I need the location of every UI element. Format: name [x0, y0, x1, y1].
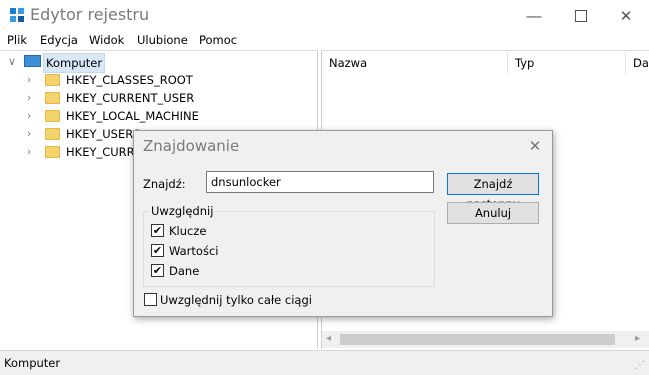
scroll-left-icon[interactable]: ◂ — [326, 333, 331, 344]
column-header-type[interactable]: Typ — [508, 52, 626, 74]
checkbox-checked-icon[interactable]: ✔ — [151, 264, 164, 277]
menu-favorites[interactable]: Ulubione — [137, 33, 188, 47]
tree-item-label: Komputer — [43, 53, 106, 73]
tree-item-label: HKEY_CLASSES_ROOT — [66, 73, 193, 87]
checkbox-label: Dane — [169, 264, 200, 278]
chevron-right-icon[interactable]: › — [27, 125, 31, 143]
maximize-button[interactable] — [558, 0, 604, 31]
close-icon: ✕ — [619, 6, 633, 25]
chevron-right-icon[interactable]: › — [27, 71, 31, 89]
chevron-down-icon[interactable]: ∨ — [8, 53, 16, 71]
menu-view[interactable]: Widok — [89, 33, 124, 47]
tree-item-hkcr[interactable]: › HKEY_CLASSES_ROOT — [0, 71, 260, 89]
tree-item-label: HKEY_CURRENT_USER — [66, 91, 195, 105]
menu-help[interactable]: Pomoc — [199, 33, 237, 47]
folder-icon — [45, 74, 60, 86]
tree-item-label: HKEY_LOCAL_MACHINE — [66, 109, 199, 123]
title-bar: Edytor rejestru ― ✕ — [0, 0, 649, 31]
scroll-right-icon[interactable]: ▸ — [635, 333, 640, 344]
horizontal-scrollbar[interactable]: ◂ ▸ — [322, 331, 649, 348]
status-path: Komputer — [4, 356, 61, 370]
computer-icon — [24, 55, 41, 67]
find-input-value: dnsunlocker — [211, 175, 281, 189]
dialog-title: Znajdowanie — [143, 137, 240, 155]
menu-bar: Plik Edycja Widok Ulubione Pomoc — [0, 31, 649, 50]
tree-item-computer[interactable]: ∨ Komputer — [0, 53, 260, 73]
window-title: Edytor rejestru — [30, 5, 150, 24]
column-header-name[interactable]: Nazwa — [322, 52, 508, 74]
checkbox-unchecked-icon[interactable] — [144, 293, 157, 306]
folder-icon — [45, 92, 60, 104]
checkbox-label: Wartości — [169, 244, 219, 258]
menu-edit[interactable]: Edycja — [40, 33, 78, 47]
resize-grip-icon[interactable]: ⋰ — [635, 360, 645, 371]
column-header-data[interactable]: Da — [626, 52, 649, 74]
checkbox-label: Klucze — [169, 224, 207, 238]
include-group-label: Uwzględnij — [149, 204, 216, 218]
tree-item-label: HKEY_CURRE — [66, 145, 142, 159]
minimize-button[interactable]: ― — [511, 0, 557, 31]
chevron-right-icon[interactable]: › — [27, 107, 31, 125]
regedit-app-icon — [9, 7, 25, 23]
find-label: Znajdź: — [143, 177, 186, 191]
close-icon: ✕ — [528, 137, 542, 155]
find-next-button[interactable]: Znajdź następny — [447, 173, 539, 211]
folder-icon — [45, 110, 60, 122]
minimize-icon: ― — [526, 6, 542, 25]
checkbox-checked-icon[interactable]: ✔ — [151, 244, 164, 257]
tree-item-hkcu[interactable]: › HKEY_CURRENT_USER — [0, 89, 260, 107]
folder-icon — [45, 146, 60, 158]
checkbox-checked-icon[interactable]: ✔ — [151, 224, 164, 237]
close-button[interactable]: ✕ — [603, 0, 649, 31]
dialog-close-button[interactable]: ✕ — [523, 134, 547, 158]
status-bar: Komputer ⋰ — [0, 350, 649, 375]
scrollbar-thumb[interactable] — [340, 334, 615, 345]
maximize-icon — [575, 9, 587, 22]
find-dialog: Znajdowanie ✕ Znajdź: dnsunlocker Znajdź… — [133, 130, 553, 317]
menu-file[interactable]: Plik — [7, 33, 27, 47]
checkbox-label: Uwzględnij tylko całe ciągi — [160, 293, 312, 307]
chevron-right-icon[interactable]: › — [27, 143, 31, 161]
find-input[interactable]: dnsunlocker — [206, 171, 434, 193]
cancel-button[interactable]: Anuluj — [447, 202, 539, 224]
tree-item-label: HKEY_USERS — [66, 127, 141, 141]
tree-item-hklm[interactable]: › HKEY_LOCAL_MACHINE — [0, 107, 260, 125]
chevron-right-icon[interactable]: › — [27, 89, 31, 107]
folder-icon — [45, 128, 60, 140]
